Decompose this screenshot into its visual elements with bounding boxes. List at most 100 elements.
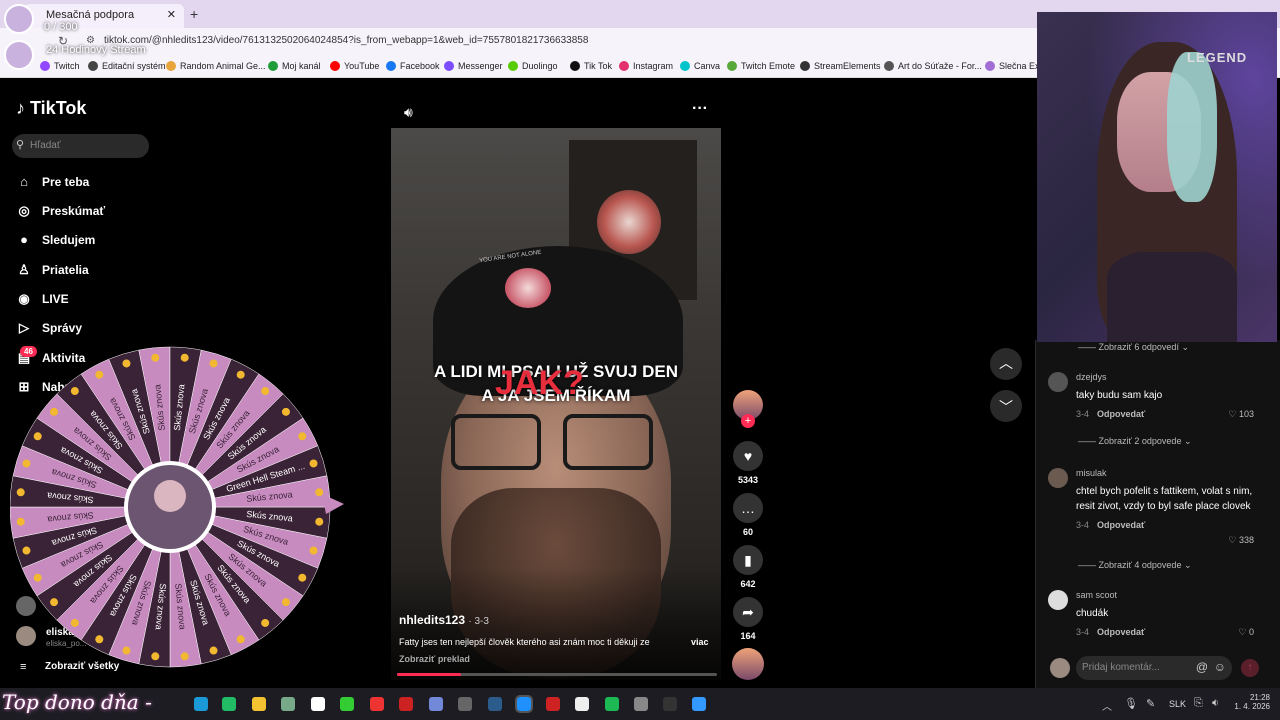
- share-count: 164: [740, 631, 756, 641]
- taskbar-app-icon[interactable]: [281, 697, 295, 711]
- sound-disc-icon[interactable]: [732, 648, 764, 680]
- wheel-emoji-icon: [236, 370, 245, 379]
- share-button[interactable]: ➦ 164: [732, 597, 764, 641]
- taskbar-app-icon[interactable]: [370, 697, 384, 711]
- sidebar-item-home[interactable]: ⌂ Pre teba: [16, 174, 89, 189]
- bookmark-label: Twitch: [54, 61, 80, 71]
- comment-button[interactable]: … 60: [732, 493, 764, 537]
- taskbar-app-icon[interactable]: [575, 697, 589, 711]
- more-options-icon[interactable]: ···: [692, 100, 708, 118]
- microphone-icon[interactable]: 🎙︎: [1124, 697, 1138, 710]
- taskbar-app-icon[interactable]: [399, 697, 413, 711]
- video-more-link[interactable]: viac: [691, 637, 709, 647]
- bookmark-item[interactable]: Duolingo: [508, 61, 558, 71]
- tray-chevron-icon[interactable]: ︿: [1102, 698, 1112, 713]
- sidebar-item-live[interactable]: ◉ LIVE: [16, 291, 68, 307]
- show-replies-link[interactable]: —— Zobraziť 2 odpovede ⌄: [1078, 436, 1192, 447]
- bookmark-favicon-icon: [386, 61, 396, 71]
- bookmark-item[interactable]: Moj kanál: [268, 61, 321, 71]
- taskbar-app-icon[interactable]: [429, 697, 443, 711]
- video-author[interactable]: nhledits123: [399, 613, 465, 627]
- comment-item: dzejdys taky budu sam kajo 3-4 Odpovedať …: [1048, 372, 1258, 419]
- taskbar-app-icon[interactable]: [546, 697, 560, 711]
- comment-item: sam scoot chudák 3-4 Odpovedať ♡ 0: [1048, 590, 1258, 637]
- heart-icon: ♥: [733, 441, 763, 471]
- save-button[interactable]: ▮ 642: [732, 545, 764, 589]
- author-avatar-button[interactable]: +: [732, 390, 764, 428]
- new-tab-icon[interactable]: +: [190, 6, 198, 22]
- search-input[interactable]: ⚲ Hľadať: [12, 134, 149, 158]
- follow-plus-icon[interactable]: +: [741, 414, 755, 428]
- post-comment-button[interactable]: ↑: [1241, 659, 1259, 677]
- sidebar-item-messages[interactable]: ▷ Správy: [16, 320, 82, 336]
- like-button[interactable]: ♥ 5343: [732, 441, 764, 485]
- comment-avatar[interactable]: [1048, 590, 1068, 610]
- comment-author[interactable]: dzejdys: [1076, 372, 1258, 382]
- sidebar-item-label: Pre teba: [42, 175, 90, 189]
- close-tab-icon[interactable]: ✕: [167, 8, 176, 21]
- bookmark-item[interactable]: YouTube: [330, 61, 379, 71]
- reply-button[interactable]: Odpovedať: [1097, 409, 1145, 419]
- tiktok-logo[interactable]: ♪ TikTok: [16, 98, 86, 119]
- reply-button[interactable]: Odpovedať: [1097, 520, 1145, 530]
- volume-icon[interactable]: 🔊︎: [404, 104, 413, 121]
- bookmark-item[interactable]: Art do Súťaže - For...: [884, 61, 982, 71]
- bookmark-item[interactable]: Editační systém: [88, 61, 166, 71]
- comment-like-button[interactable]: ♡ 103: [1228, 409, 1254, 420]
- wheel-emoji-icon: [236, 635, 245, 644]
- taskbar-app-icon[interactable]: [692, 697, 706, 711]
- comment-like-button[interactable]: ♡ 338: [1228, 535, 1254, 546]
- taskbar-app-icon[interactable]: [515, 695, 533, 713]
- previous-video-button[interactable]: ︿: [990, 348, 1022, 380]
- taskbar-app-icon[interactable]: [311, 697, 325, 711]
- volume-tray-icon[interactable]: 🔉︎: [1212, 697, 1219, 710]
- bookmark-item[interactable]: Tik Tok: [570, 61, 612, 71]
- sidebar-item-following-avatar[interactable]: ● Sledujem: [16, 232, 95, 247]
- next-video-button[interactable]: ﹀: [990, 390, 1022, 422]
- stream-goal-title: 24 Hodinový Stream: [46, 44, 146, 56]
- taskbar-app-icon[interactable]: [605, 697, 619, 711]
- video-progress-track[interactable]: [397, 673, 717, 676]
- comment-author[interactable]: misulak: [1076, 468, 1258, 478]
- taskbar-app-icon[interactable]: [488, 697, 502, 711]
- bookmark-label: Art do Súťaže - For...: [898, 61, 982, 71]
- taskbar-app-icon[interactable]: [458, 697, 472, 711]
- taskbar-app-icon[interactable]: [663, 697, 677, 711]
- wheel-emoji-icon: [315, 517, 324, 526]
- comment-input[interactable]: Pridaj komentár... @ ☺: [1076, 656, 1232, 680]
- bookmark-item[interactable]: Facebook: [386, 61, 440, 71]
- taskbar-app-icon[interactable]: [634, 697, 648, 711]
- pen-icon[interactable]: ✎: [1146, 697, 1155, 710]
- taskbar-app-icon[interactable]: [252, 697, 266, 711]
- bookmark-item[interactable]: Twitch Emote: [727, 61, 795, 71]
- bookmark-item[interactable]: Canva: [680, 61, 720, 71]
- bookmark-item[interactable]: StreamElements: [800, 61, 881, 71]
- taskbar-app-icon[interactable]: [194, 697, 208, 711]
- wheel-emoji-icon: [16, 488, 25, 497]
- wheel-emoji-icon: [33, 432, 42, 441]
- bookmark-item[interactable]: Instagram: [619, 61, 673, 71]
- video-player[interactable]: YOU ARE NOT ALONE A LIDI MI PSALI UŽ SVU…: [391, 128, 721, 680]
- bookmark-item[interactable]: Random Animal Ge...: [166, 61, 266, 71]
- taskbar-app-icon[interactable]: [340, 697, 354, 711]
- comment-avatar[interactable]: [1048, 468, 1068, 488]
- taskbar-app-icon[interactable]: [222, 697, 236, 711]
- mention-icon[interactable]: @: [1196, 660, 1208, 674]
- emoji-icon[interactable]: ☺: [1214, 660, 1226, 674]
- bookmark-item[interactable]: Messenger: [444, 61, 503, 71]
- url-field[interactable]: tiktok.com/@nhledits123/video/7613132502…: [104, 35, 588, 46]
- comment-like-button[interactable]: ♡ 0: [1238, 627, 1254, 638]
- reply-button[interactable]: Odpovedať: [1097, 627, 1145, 637]
- translate-link[interactable]: Zobraziť preklad: [399, 654, 470, 664]
- comment-avatar[interactable]: [1048, 372, 1068, 392]
- sidebar-item-friends[interactable]: ♙ Priatelia: [16, 262, 89, 278]
- clock[interactable]: 21:28 1. 4. 2026: [1230, 693, 1270, 711]
- bookmark-item[interactable]: Twitch: [40, 61, 80, 71]
- comment-author[interactable]: sam scoot: [1076, 590, 1258, 600]
- network-icon[interactable]: ⎘: [1194, 697, 1203, 710]
- like-count: 5343: [737, 475, 759, 485]
- show-replies-link[interactable]: —— Zobraziť 6 odpovedí ⌄: [1078, 342, 1189, 353]
- show-replies-link[interactable]: —— Zobraziť 4 odpovede ⌄: [1078, 560, 1192, 571]
- language-indicator[interactable]: SLK: [1169, 699, 1186, 709]
- sidebar-item-compass[interactable]: ◎ Preskúmať: [16, 203, 105, 219]
